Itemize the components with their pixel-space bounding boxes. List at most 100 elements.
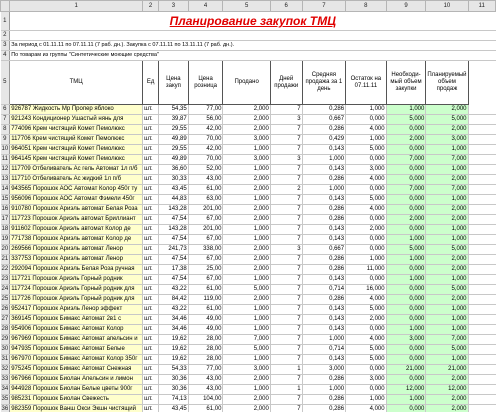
row-number[interactable]: 30 [0, 344, 11, 355]
cell-avg-sale[interactable]: 0,667 [302, 114, 347, 125]
row-number[interactable]: 6 [0, 104, 11, 115]
cell-planned-sales[interactable]: 2,000 [425, 394, 469, 405]
cell-planned-sales[interactable]: 1,000 [425, 324, 469, 335]
cell-item[interactable]: 337753 Порошок Ариэль автомат Ленор [9, 254, 144, 265]
cell-empty[interactable] [468, 274, 496, 285]
cell-empty[interactable] [468, 224, 496, 235]
cell-stock[interactable]: 3,000 [345, 164, 387, 175]
cell-avg-sale[interactable]: 1,000 [302, 184, 347, 195]
cell-empty[interactable] [468, 154, 496, 165]
cell-item[interactable]: 926787 Жидкость Мр Пропер яблоко [9, 104, 144, 115]
cell-unit[interactable]: шт. [142, 194, 160, 205]
cell-planned-sales[interactable]: 21,000 [425, 364, 469, 375]
cell-retail-price[interactable]: 49,00 [188, 324, 224, 335]
cell-buy-price[interactable]: 34,46 [158, 314, 189, 325]
cell-purchase-need[interactable]: 0,000 [386, 174, 427, 185]
cell-planned-sales[interactable]: 7,000 [425, 184, 469, 195]
cell-sale-days[interactable]: 7 [270, 274, 303, 285]
cell-empty[interactable] [468, 364, 496, 375]
cell-planned-sales[interactable]: 2,000 [425, 264, 469, 275]
cell-sale-days[interactable]: 7 [270, 134, 303, 145]
cell-purchase-need[interactable]: 3,000 [386, 334, 427, 345]
row-number[interactable]: 12 [0, 164, 11, 175]
cell-empty[interactable] [468, 244, 496, 255]
cell-item[interactable]: 117706 Крем чистящий Комет Пемолюкс [9, 134, 144, 145]
cell-sale-days[interactable]: 7 [270, 214, 303, 225]
cell-buy-price[interactable]: 54,33 [158, 364, 189, 375]
cell-stock[interactable]: 16,000 [345, 284, 387, 295]
cell-purchase-need[interactable]: 7,000 [386, 184, 427, 195]
cell-avg-sale[interactable]: 0,714 [302, 284, 347, 295]
cell-buy-price[interactable]: 30,36 [158, 374, 189, 385]
cell-buy-price[interactable]: 143,28 [158, 224, 189, 235]
cell-avg-sale[interactable]: 3,000 [302, 364, 347, 375]
row-number[interactable]: 8 [0, 124, 11, 135]
cell-stock[interactable]: 4,000 [345, 174, 387, 185]
cell-purchase-need[interactable]: 1,000 [386, 234, 427, 245]
cell-sold[interactable]: 2,000 [222, 214, 271, 225]
cell-retail-price[interactable]: 61,00 [188, 284, 224, 295]
cell-unit[interactable]: шт. [142, 334, 160, 345]
cell-buy-price[interactable]: 54,35 [158, 104, 189, 115]
cell-stock[interactable]: 2,000 [345, 224, 387, 235]
cell-sold[interactable]: 1,000 [222, 274, 271, 285]
cell-empty[interactable] [468, 304, 496, 315]
cell-sold[interactable]: 1,000 [222, 164, 271, 175]
cell-purchase-need[interactable]: 0,000 [386, 294, 427, 305]
cell-unit[interactable]: шт. [142, 354, 160, 365]
cell-retail-price[interactable]: 49,00 [188, 314, 224, 325]
cell-sold[interactable]: 7,000 [222, 334, 271, 345]
cell-planned-sales[interactable]: 7,000 [425, 154, 469, 165]
cell-buy-price[interactable]: 47,54 [158, 234, 189, 245]
cell-planned-sales[interactable]: 12,000 [425, 384, 469, 395]
cell-sale-days[interactable]: 2 [270, 184, 303, 195]
cell-unit[interactable]: шт. [142, 184, 160, 195]
cell-planned-sales[interactable]: 2,000 [425, 404, 469, 412]
cell-unit[interactable]: шт. [142, 394, 160, 405]
cell-purchase-need[interactable]: 5,000 [386, 244, 427, 255]
cell-item[interactable]: 954906 Порошок Бимакс Автомат Колор [9, 324, 144, 335]
cell-planned-sales[interactable]: 7,000 [425, 334, 469, 345]
column-header[interactable]: 1 [9, 0, 144, 12]
row-number[interactable]: 2 [0, 30, 11, 41]
cell-stock[interactable]: 4,000 [345, 294, 387, 305]
cell-sale-days[interactable]: 7 [270, 164, 303, 175]
cell-retail-price[interactable]: 43,00 [188, 374, 224, 385]
cell-sale-days[interactable]: 7 [270, 254, 303, 265]
cell-retail-price[interactable]: 61,00 [188, 404, 224, 412]
cell-purchase-need[interactable]: 0,000 [386, 124, 427, 135]
cell-sale-days[interactable]: 7 [270, 264, 303, 275]
cell-stock[interactable]: 0,000 [345, 244, 387, 255]
cell-purchase-need[interactable]: 1,000 [386, 254, 427, 265]
cell-unit[interactable]: шт. [142, 324, 160, 335]
cell-sale-days[interactable]: 7 [270, 334, 303, 345]
cell-sold[interactable]: 2,000 [222, 184, 271, 195]
header-planned-sales[interactable]: Планируемый объем продаж [425, 60, 469, 105]
cell-sale-days[interactable]: 7 [270, 234, 303, 245]
cell-empty[interactable] [468, 384, 496, 395]
cell-purchase-need[interactable]: 0,000 [386, 304, 427, 315]
cell-item[interactable]: 117723 Порошок Ариэль автомат Бриллиант [9, 214, 144, 225]
cell-sold[interactable]: 2,000 [222, 404, 271, 412]
cell-buy-price[interactable]: 29,55 [158, 124, 189, 135]
cell-buy-price[interactable]: 84,42 [158, 294, 189, 305]
cell-item[interactable]: 956096 Порошок АОС Автомат Фэмели 450г [9, 194, 144, 205]
cell-stock[interactable]: 1,000 [345, 134, 387, 145]
cell-buy-price[interactable]: 43,45 [158, 184, 189, 195]
cell-item[interactable]: 967969 Порошок Бимакс Автомат апельсин и [9, 334, 144, 345]
cell-sold[interactable]: 1,000 [222, 194, 271, 205]
cell-stock[interactable]: 5,000 [345, 354, 387, 365]
cell-sold[interactable]: 1,000 [222, 304, 271, 315]
cell-item[interactable]: 944928 Порошок Биолан Белые цветы 900г [9, 384, 144, 395]
cell-retail-price[interactable]: 28,00 [188, 334, 224, 345]
cell-unit[interactable]: шт. [142, 224, 160, 235]
cell-purchase-need[interactable]: 12,000 [386, 384, 427, 395]
cell-stock[interactable]: 5,000 [345, 344, 387, 355]
cell-unit[interactable]: шт. [142, 294, 160, 305]
cell-sale-days[interactable]: 7 [270, 344, 303, 355]
cell-stock[interactable]: 3,000 [345, 374, 387, 385]
cell-stock[interactable]: 0,000 [345, 274, 387, 285]
cell-avg-sale[interactable]: 0,143 [302, 354, 347, 365]
cell-retail-price[interactable]: 43,00 [188, 384, 224, 395]
cell-buy-price[interactable]: 47,54 [158, 274, 189, 285]
